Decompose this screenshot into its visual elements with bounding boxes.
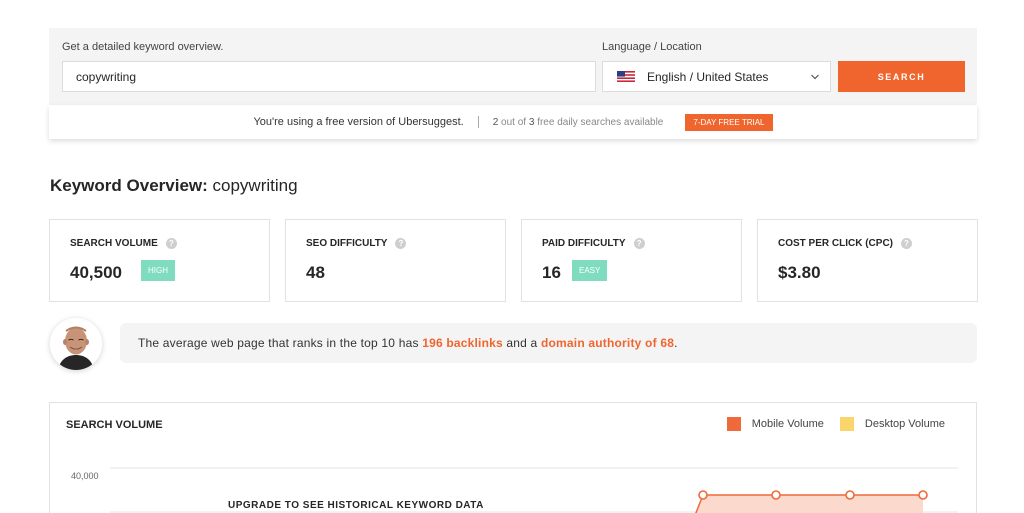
metric-card-search-volume: SEARCH VOLUME? 40,500 HIGH <box>49 219 270 302</box>
free-version-message: You're using a free version of Ubersugge… <box>253 116 464 128</box>
location-label: Language / Location <box>602 41 702 53</box>
insight-prefix: The average web page that ranks in the t… <box>138 336 419 350</box>
insight-text: The average web page that ranks in the t… <box>138 336 678 350</box>
metric-value-cpc: $3.80 <box>778 263 821 282</box>
metric-value-seo-difficulty: 48 <box>306 263 325 282</box>
chart-title: SEARCH VOLUME <box>66 419 163 431</box>
upgrade-overlay-text[interactable]: UPGRADE TO SEE HISTORICAL KEYWORD DATA <box>228 500 484 511</box>
volume-badge: HIGH <box>141 260 175 281</box>
help-icon[interactable]: ? <box>395 238 407 249</box>
free-search-count: 2 out of 3 free daily searches available <box>493 117 664 128</box>
metric-card-seo-difficulty: SEO DIFFICULTY? 48 <box>285 219 506 302</box>
help-icon[interactable]: ? <box>633 238 645 249</box>
searches-suffix: free daily searches available <box>537 116 664 128</box>
avatar <box>50 318 102 370</box>
search-button[interactable]: SEARCH <box>838 61 965 92</box>
domain-authority-highlight: domain authority of 68 <box>540 336 675 350</box>
avatar-person-icon <box>50 318 102 370</box>
metric-label-cpc: COST PER CLICK (CPC)? <box>778 238 912 249</box>
legend-label-mobile: Mobile Volume <box>751 418 824 430</box>
legend-label-desktop: Desktop Volume <box>864 418 945 430</box>
location-value: English / United States <box>647 69 769 84</box>
insight-middle: and a <box>506 336 538 350</box>
metric-label-text: COST PER CLICK (CPC) <box>778 238 893 249</box>
legend-swatch-mobile <box>726 417 741 431</box>
insight-bar: The average web page that ranks in the t… <box>120 323 977 363</box>
mobile-point[interactable] <box>698 490 708 500</box>
metric-label-text: SEARCH VOLUME <box>70 238 158 249</box>
mobile-point[interactable] <box>918 490 928 500</box>
backlinks-highlight: 196 backlinks <box>422 336 503 350</box>
difficulty-badge: EASY <box>572 260 608 281</box>
metric-label-text: SEO DIFFICULTY <box>306 238 388 249</box>
page-title-prefix: Keyword Overview: <box>50 176 208 195</box>
keyword-input[interactable] <box>62 61 596 92</box>
free-version-bar: You're using a free version of Ubersugge… <box>49 105 977 139</box>
searches-total: 3 <box>528 116 535 128</box>
metric-label-seo-difficulty: SEO DIFFICULTY? <box>306 238 407 249</box>
legend-swatch-desktop <box>839 417 854 431</box>
metric-value-paid-difficulty: 16 <box>542 263 561 282</box>
location-select[interactable]: English / United States <box>602 61 831 92</box>
legend-item-desktop[interactable]: Desktop Volume <box>839 417 945 431</box>
y-tick-label: 40,000 <box>71 471 99 481</box>
metric-label-search-volume: SEARCH VOLUME? <box>70 238 177 249</box>
metric-card-paid-difficulty: PAID DIFFICULTY? 16 EASY <box>521 219 742 302</box>
search-panel: Get a detailed keyword overview. Languag… <box>49 28 977 106</box>
page-title: Keyword Overview: copywriting <box>50 176 298 196</box>
insight-suffix: . <box>674 336 678 350</box>
mobile-point[interactable] <box>771 490 781 500</box>
free-trial-button[interactable]: 7-DAY FREE TRIAL <box>685 113 773 131</box>
mobile-point[interactable] <box>845 490 855 500</box>
help-icon[interactable]: ? <box>901 238 912 249</box>
keyword-label: Get a detailed keyword overview. <box>62 41 224 53</box>
divider <box>477 116 479 128</box>
metric-label-paid-difficulty: PAID DIFFICULTY? <box>542 238 645 249</box>
metric-value-search-volume: 40,500 <box>70 263 122 282</box>
metric-card-cpc: COST PER CLICK (CPC)? $3.80 <box>757 219 978 302</box>
us-flag-icon <box>617 71 635 82</box>
chart-legend: Mobile Volume Desktop Volume <box>711 417 945 431</box>
page-title-keyword: copywriting <box>212 176 298 195</box>
legend-item-mobile[interactable]: Mobile Volume <box>726 417 824 431</box>
help-icon[interactable]: ? <box>165 238 177 249</box>
metric-label-text: PAID DIFFICULTY <box>542 238 626 249</box>
searches-used: 2 <box>492 116 499 128</box>
out-of-text: out of <box>501 116 527 128</box>
chevron-down-icon <box>811 74 819 80</box>
mobile-area <box>695 495 923 513</box>
search-volume-chart: 40,00030,000 SEARCH VOLUME Mobile Volume… <box>49 402 977 513</box>
